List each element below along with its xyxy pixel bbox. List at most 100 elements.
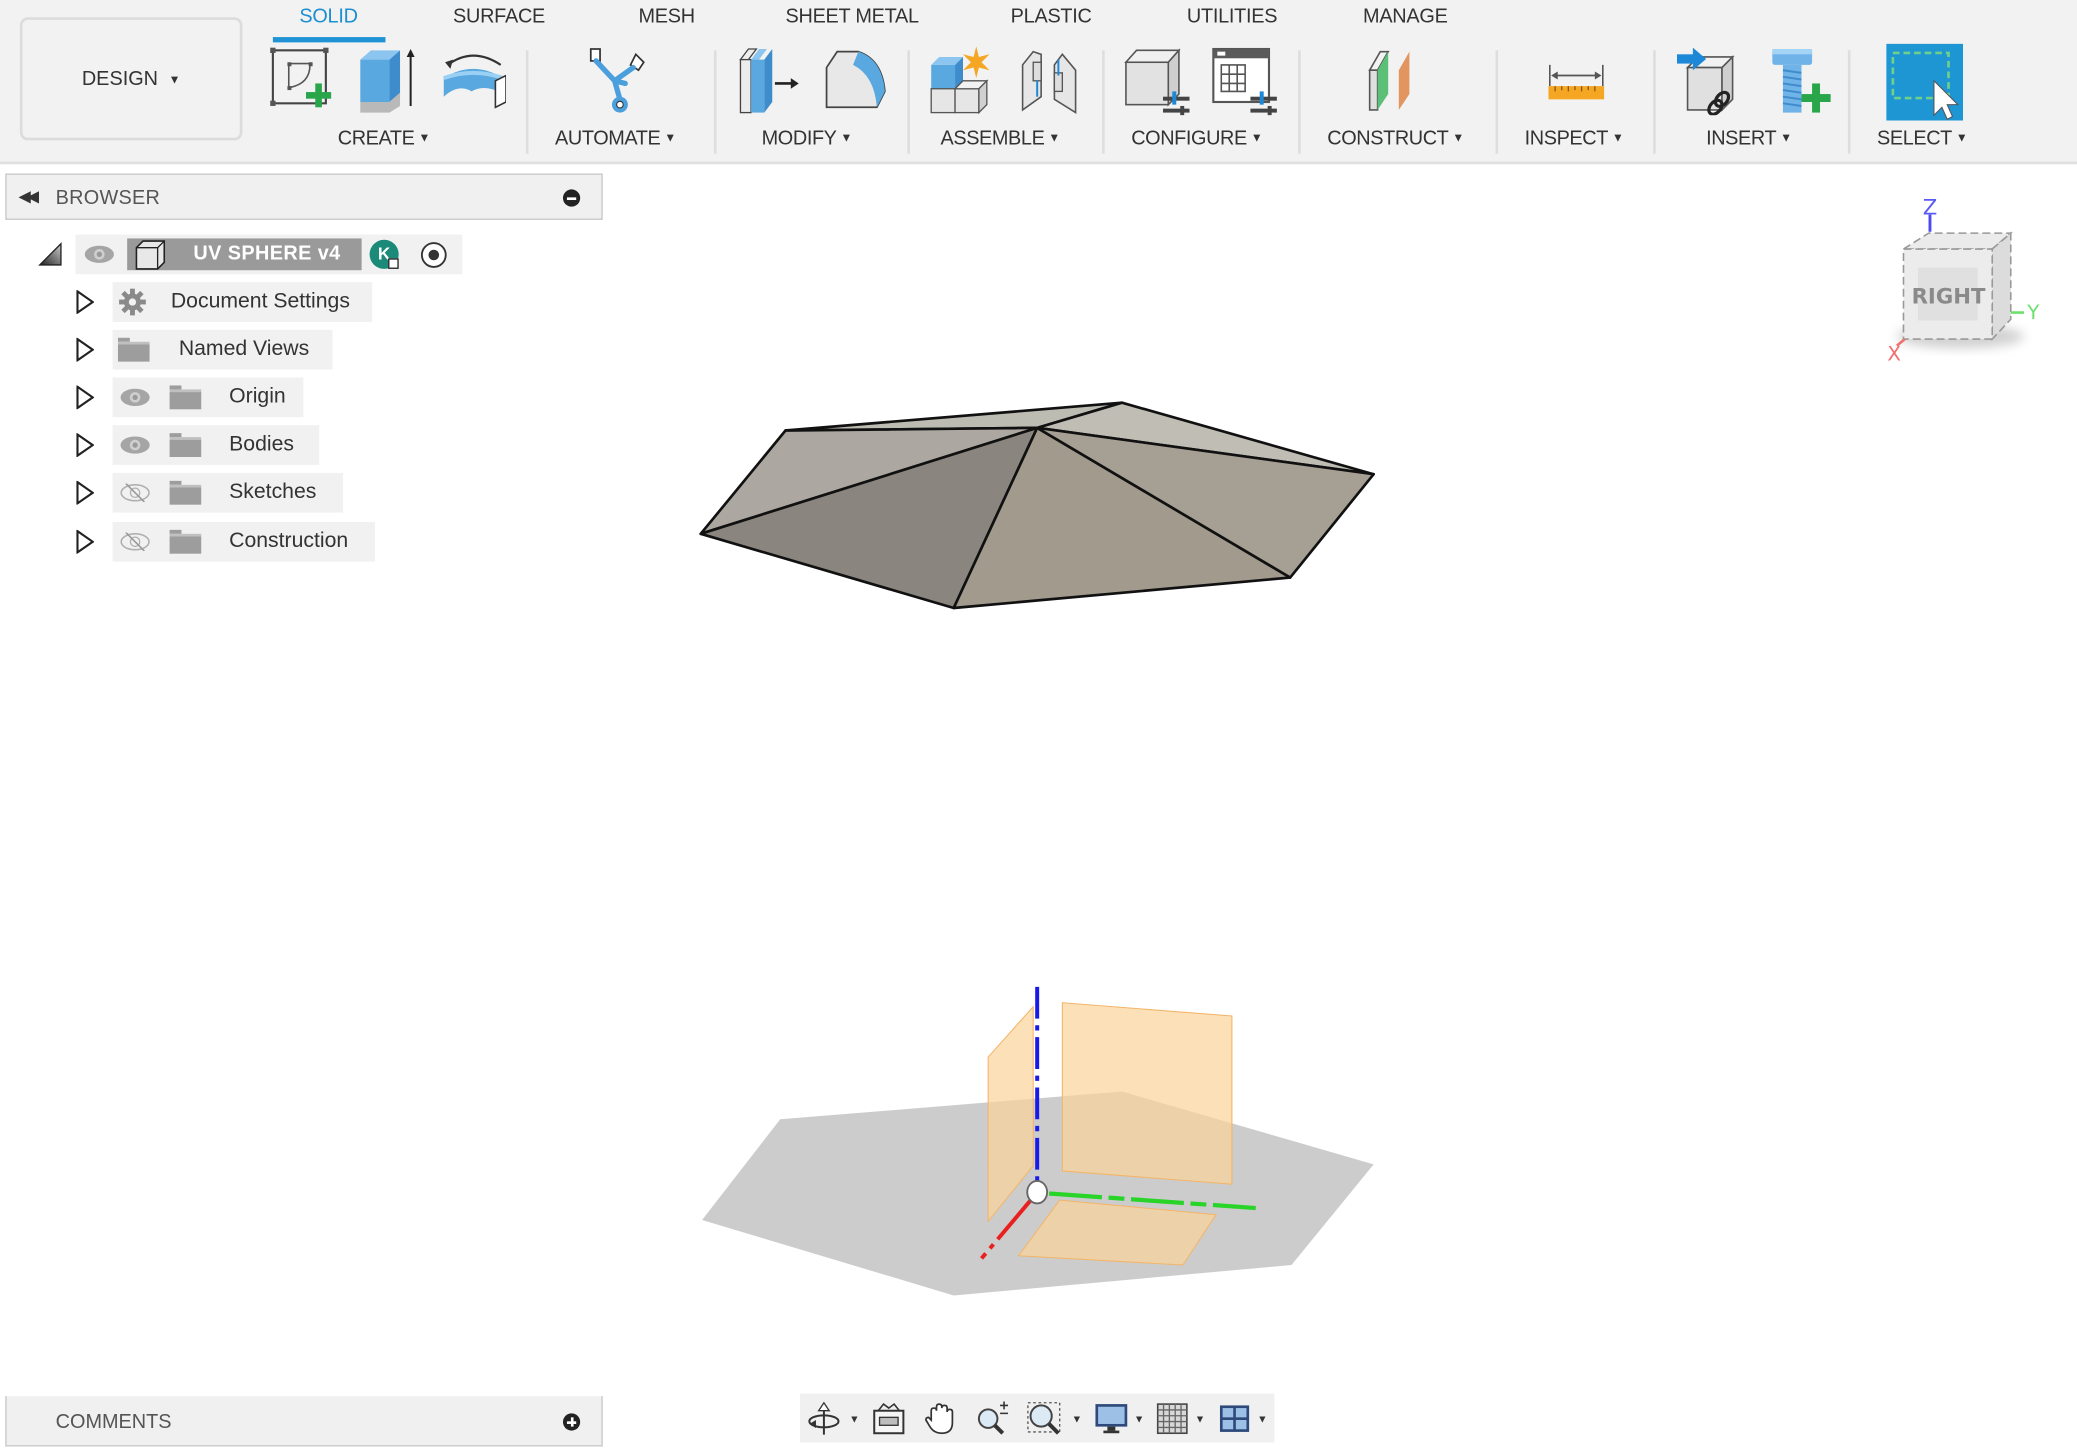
comments-panel[interactable]: COMMENTS — [5, 1396, 603, 1447]
view-cube-right-face[interactable] — [1991, 231, 2012, 342]
visibility-eye-icon[interactable] — [119, 388, 151, 407]
insert-menu[interactable]: INSERT ▼ — [1706, 127, 1792, 150]
origin-plane-yz — [1061, 1002, 1233, 1185]
workspace-switcher-button[interactable]: DESIGN ▼ — [19, 17, 243, 141]
insert-menu-label: INSERT — [1706, 127, 1777, 150]
construct-menu[interactable]: CONSTRUCT ▼ — [1327, 127, 1464, 150]
orbit-icon[interactable] — [807, 1401, 841, 1435]
tab-utilities[interactable]: UTILITIES — [1187, 5, 1278, 28]
look-at-icon[interactable] — [872, 1401, 906, 1435]
chevron-down-icon: ▼ — [664, 131, 676, 145]
pan-icon[interactable] — [923, 1401, 957, 1435]
create-menu[interactable]: CREATE ▼ — [338, 127, 431, 150]
measure-icon[interactable] — [1545, 46, 1611, 115]
window-select-icon[interactable] — [1886, 43, 1964, 121]
browser-item-label: Named Views — [178, 337, 310, 361]
configure-menu-label: CONFIGURE — [1131, 127, 1247, 150]
view-cube-z-label: Z — [1923, 195, 1938, 220]
assemble-menu-label: ASSEMBLE — [940, 127, 1045, 150]
toolbar-divider — [1298, 50, 1301, 154]
automate-menu[interactable]: AUTOMATE ▼ — [555, 127, 676, 150]
visibility-hidden-icon[interactable] — [119, 532, 151, 552]
visibility-hidden-icon[interactable] — [119, 483, 151, 503]
browser-item-label: Bodies — [229, 433, 294, 456]
root-component-label: UV SPHERE v4 — [193, 242, 341, 265]
expand-arrow-icon[interactable] — [76, 529, 95, 554]
tab-mesh[interactable]: MESH — [638, 5, 695, 28]
tab-surface[interactable]: SURFACE — [453, 5, 545, 28]
chevron-down-icon: ▼ — [1611, 131, 1624, 145]
zoom-dropdown-caret[interactable]: ▼ — [1072, 1413, 1082, 1425]
automate-icon[interactable] — [588, 46, 654, 115]
folder-icon — [169, 480, 202, 505]
navigation-bar: ▼ ▼ ▼ ▼ ▼ — [800, 1393, 1275, 1443]
viewport-canvas[interactable] — [609, 166, 2077, 1391]
create-sketch-icon[interactable] — [269, 46, 335, 115]
configure-menu[interactable]: CONFIGURE ▼ — [1131, 127, 1262, 150]
toolbar-divider — [525, 50, 529, 154]
grid-settings-icon[interactable] — [1155, 1401, 1189, 1435]
configure-icon[interactable] — [1123, 46, 1190, 116]
toolbar-divider — [713, 50, 717, 154]
activate-radio-icon[interactable] — [420, 241, 448, 269]
offset-plane-icon[interactable] — [1364, 46, 1430, 115]
zoom-icon[interactable] — [975, 1401, 1009, 1435]
insert-derive-icon[interactable] — [1676, 46, 1743, 116]
expand-arrow-icon[interactable] — [76, 385, 95, 410]
tab-solid[interactable]: SOLID — [299, 5, 358, 28]
press-pull-icon[interactable] — [735, 46, 801, 115]
expand-arrow-icon[interactable] — [76, 290, 95, 314]
chevron-down-icon: ▼ — [168, 72, 181, 86]
fit-window-icon[interactable] — [1027, 1401, 1064, 1435]
extrude-icon[interactable] — [355, 46, 421, 115]
badge-indicator — [388, 258, 399, 269]
revolve-icon[interactable] — [440, 46, 507, 115]
mesh-body[interactable] — [699, 401, 1375, 610]
gear-icon — [119, 288, 146, 316]
tab-sheet-metal[interactable]: SHEET METAL — [785, 5, 919, 28]
folder-icon — [169, 529, 202, 554]
visibility-eye-icon[interactable] — [83, 245, 115, 264]
modify-menu[interactable]: MODIFY ▼ — [761, 127, 853, 150]
comments-title: COMMENTS — [55, 1410, 172, 1434]
origin-point[interactable] — [1026, 1179, 1049, 1205]
browser-item-label: Origin — [229, 385, 286, 408]
viewports-dropdown-caret[interactable]: ▼ — [1257, 1413, 1267, 1425]
automate-menu-label: AUTOMATE — [555, 127, 661, 150]
tab-manage[interactable]: MANAGE — [1363, 5, 1448, 28]
modify-menu-label: MODIFY — [761, 127, 837, 150]
browser-item-label: Construction — [229, 529, 349, 553]
component-icon — [135, 240, 166, 270]
browser-item-label: Sketches — [229, 480, 317, 504]
display-dropdown-caret[interactable]: ▼ — [1134, 1413, 1144, 1425]
expand-arrow-icon[interactable] — [76, 480, 95, 505]
collapse-panel-icon[interactable]: ◀◀ — [19, 187, 40, 206]
viewports-icon[interactable] — [1217, 1401, 1251, 1435]
select-menu[interactable]: SELECT ▼ — [1877, 127, 1968, 150]
grid-dropdown-caret[interactable]: ▼ — [1195, 1413, 1205, 1425]
new-component-icon[interactable] — [929, 46, 995, 115]
minimize-browser-icon[interactable] — [562, 189, 581, 207]
joint-icon[interactable] — [1017, 46, 1083, 115]
inspect-menu[interactable]: INSPECT ▼ — [1525, 127, 1624, 150]
visibility-eye-icon[interactable] — [119, 436, 151, 455]
browser-item-label: Document Settings — [170, 290, 350, 313]
toolbar-divider — [1495, 50, 1499, 154]
view-cube[interactable]: RIGHT Z Y X — [1881, 185, 2053, 370]
insert-mcmaster-icon[interactable] — [1767, 46, 1833, 115]
expand-arrow-icon[interactable] — [76, 337, 95, 362]
configuration-table-icon[interactable] — [1211, 46, 1277, 116]
fillet-icon[interactable] — [821, 46, 887, 115]
chevron-down-icon: ▼ — [1452, 131, 1464, 145]
add-comment-icon[interactable] — [562, 1413, 581, 1431]
orbit-dropdown-caret[interactable]: ▼ — [849, 1413, 859, 1425]
tab-plastic[interactable]: PLASTIC — [1011, 5, 1092, 28]
assemble-menu[interactable]: ASSEMBLE ▼ — [940, 127, 1060, 150]
chevron-down-icon: ▼ — [1780, 131, 1792, 145]
collapse-triangle-icon[interactable] — [37, 241, 63, 267]
expand-arrow-icon[interactable] — [76, 433, 95, 457]
toolbar-divider — [907, 50, 911, 154]
view-cube-x-label: X — [1887, 342, 1901, 365]
display-settings-icon[interactable] — [1094, 1401, 1128, 1435]
folder-icon — [169, 433, 202, 457]
